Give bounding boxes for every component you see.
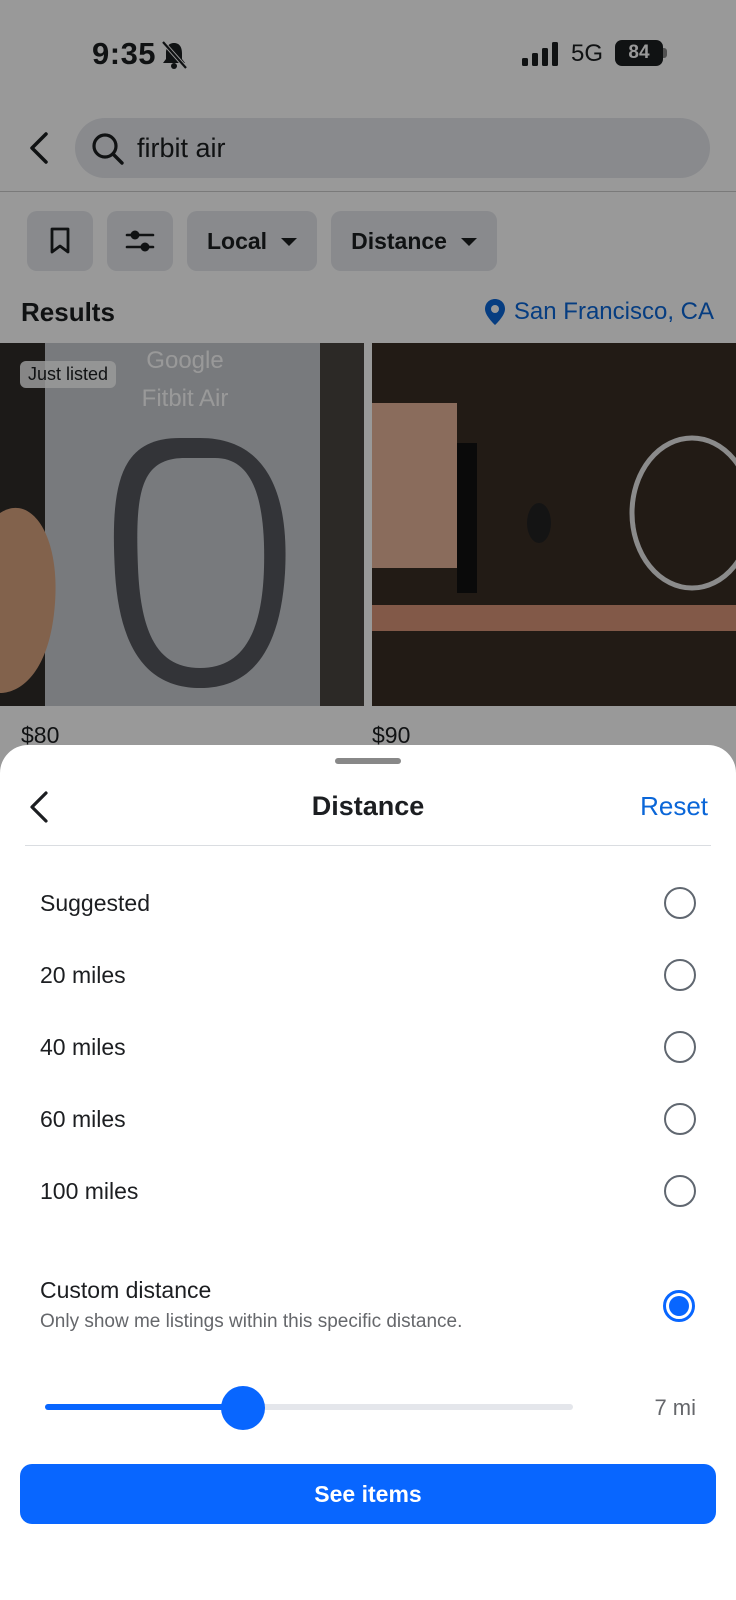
custom-distance-title: Custom distance: [40, 1277, 212, 1303]
radio-button[interactable]: [664, 1175, 696, 1207]
slider-thumb[interactable]: [221, 1386, 265, 1430]
radio-button[interactable]: [664, 887, 696, 919]
divider: [25, 845, 711, 846]
option-40-miles[interactable]: 40 miles: [40, 1019, 696, 1075]
see-items-button[interactable]: See items: [20, 1464, 716, 1524]
radio-selected-dot: [669, 1296, 689, 1316]
option-60-miles[interactable]: 60 miles: [40, 1091, 696, 1147]
option-label: 60 miles: [40, 1105, 126, 1132]
radio-button[interactable]: [664, 959, 696, 991]
option-label: 40 miles: [40, 1033, 126, 1060]
option-label: 20 miles: [40, 961, 126, 988]
sheet-title: Distance: [311, 791, 425, 821]
custom-distance-radio[interactable]: [663, 1290, 695, 1322]
option-20-miles[interactable]: 20 miles: [40, 947, 696, 1003]
sheet-drag-handle[interactable]: [335, 758, 401, 764]
radio-button[interactable]: [664, 1031, 696, 1063]
distance-bottom-sheet: Distance Reset Suggested 20 miles 40 mil…: [0, 745, 736, 1600]
custom-distance-description: Only show me listings within this specif…: [40, 1311, 463, 1332]
option-label: 100 miles: [40, 1177, 139, 1204]
slider-fill: [45, 1404, 243, 1410]
option-suggested[interactable]: Suggested: [40, 875, 696, 931]
option-100-miles[interactable]: 100 miles: [40, 1163, 696, 1219]
reset-button[interactable]: Reset: [640, 791, 708, 822]
radio-button[interactable]: [664, 1103, 696, 1135]
slider-value: 7 mi: [654, 1395, 696, 1420]
distance-slider[interactable]: [45, 1386, 573, 1430]
option-label: Suggested: [40, 889, 150, 916]
